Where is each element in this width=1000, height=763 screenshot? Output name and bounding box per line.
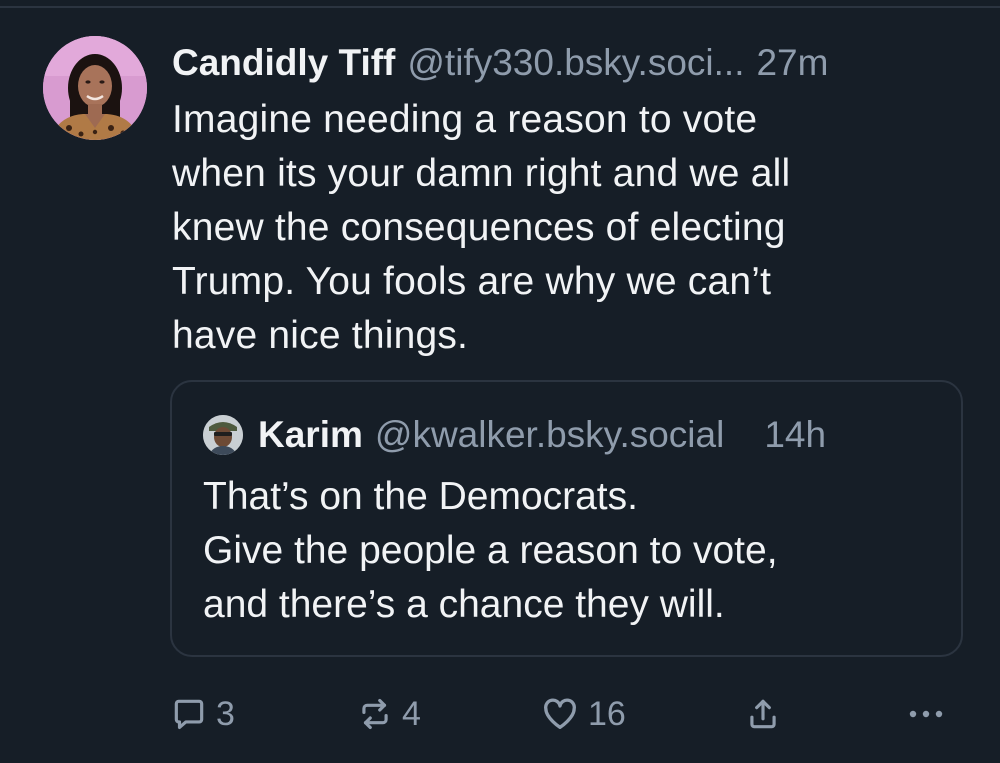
quoted-post-timestamp: 14h	[764, 414, 827, 455]
avatar-image	[43, 36, 147, 140]
share-button[interactable]	[744, 688, 782, 740]
like-count: 16	[588, 694, 626, 733]
post-action-bar: 3 4 16	[0, 688, 1000, 740]
quoted-post-header: Karim @kwalker.bsky.social 14h	[258, 410, 826, 460]
heart-icon	[544, 698, 576, 729]
quoted-post[interactable]: Karim @kwalker.bsky.social 14h That’s on…	[170, 380, 963, 657]
like-button[interactable]: 16	[540, 688, 626, 740]
more-icon	[909, 710, 943, 718]
repost-count: 4	[402, 694, 421, 733]
post-header: Candidly Tiff @tify330.bsky.soci... 27m	[172, 38, 972, 88]
repost-button[interactable]: 4	[356, 688, 421, 740]
quoted-author-avatar	[203, 415, 243, 455]
author-display-name[interactable]: Candidly Tiff	[172, 38, 395, 88]
quoted-author-display-name: Karim	[258, 414, 363, 455]
more-options-button[interactable]	[904, 688, 948, 740]
quoted-avatar-image	[203, 415, 243, 455]
post-timestamp[interactable]: 27m	[756, 38, 828, 88]
repost-icon	[362, 698, 388, 730]
post-text: Imagine needing a reason to vote when it…	[172, 98, 791, 357]
share-icon	[750, 699, 776, 729]
reply-icon	[174, 699, 204, 730]
post-card[interactable]: Candidly Tiff @tify330.bsky.soci... 27m …	[0, 0, 1000, 763]
reply-count: 3	[216, 694, 235, 733]
reply-button[interactable]: 3	[170, 688, 235, 740]
quoted-author-handle: @kwalker.bsky.social	[374, 414, 725, 455]
quoted-post-text: That’s on the Democrats. Give the people…	[203, 475, 778, 626]
author-avatar[interactable]	[43, 36, 147, 140]
author-handle[interactable]: @tify330.bsky.soci...	[407, 38, 744, 88]
